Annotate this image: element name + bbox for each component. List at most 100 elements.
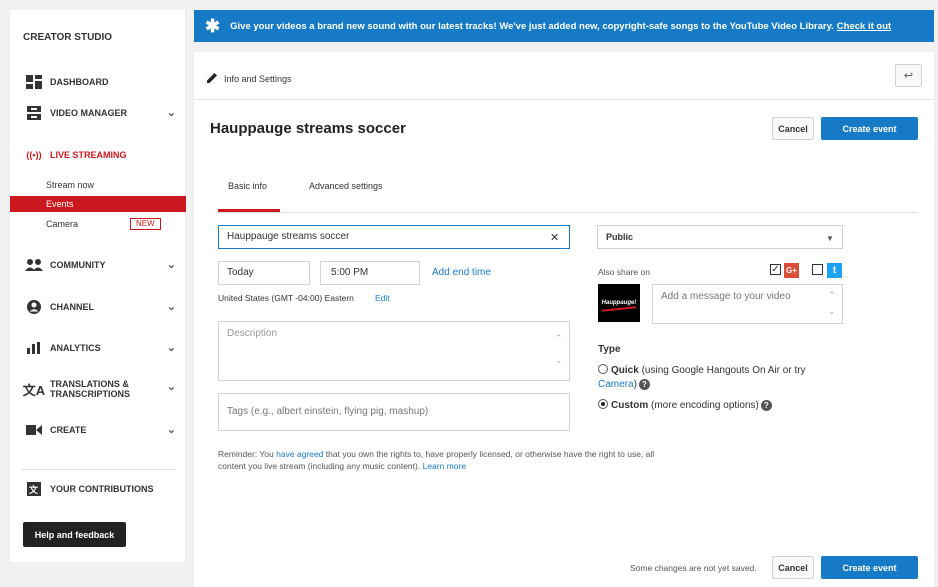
back-button[interactable]: ↩ bbox=[895, 64, 922, 87]
timezone-label: United States (GMT -04:00) Eastern bbox=[218, 293, 354, 303]
sidebar-item-label: YOUR CONTRIBUTIONS bbox=[50, 484, 154, 494]
translations-icon: 文A bbox=[22, 382, 46, 398]
live-streaming-icon: ((•)) bbox=[26, 150, 42, 160]
camera-link[interactable]: Camera bbox=[598, 379, 634, 390]
community-icon bbox=[22, 259, 46, 271]
create-icon bbox=[22, 424, 46, 436]
tabs-divider bbox=[218, 212, 918, 213]
footer-create-event-button[interactable]: Create event bbox=[821, 556, 918, 579]
have-agreed-link[interactable]: have agreed bbox=[276, 449, 323, 459]
video-manager-icon bbox=[22, 106, 46, 120]
timezone-edit-link[interactable]: Edit bbox=[375, 293, 390, 303]
sidebar-item-label: DASHBOARD bbox=[50, 77, 109, 87]
star-icon: ✱ bbox=[205, 15, 221, 36]
contributions-icon: 文 bbox=[22, 482, 46, 496]
unsaved-changes-text: Some changes are not yet saved. bbox=[630, 563, 757, 573]
quick-description: (using Google Hangouts On Air or try bbox=[641, 365, 806, 376]
sidebar-item-label: COMMUNITY bbox=[50, 260, 106, 270]
tab-basic-info[interactable]: Basic info bbox=[228, 181, 267, 191]
sidebar-item-video-manager[interactable]: VIDEO MANAGER ⌄ bbox=[10, 102, 186, 124]
privacy-select[interactable]: Public bbox=[597, 225, 843, 249]
banner-text: Give your videos a brand new sound with … bbox=[230, 20, 834, 32]
sidebar-item-dashboard[interactable]: DASHBOARD bbox=[10, 71, 186, 93]
type-custom-option[interactable]: Custom (more encoding options)? bbox=[598, 399, 772, 413]
tags-input[interactable]: Tags (e.g., albert einstein, flying pig,… bbox=[218, 393, 570, 431]
event-title: Hauppauge streams soccer bbox=[210, 120, 406, 137]
toolbar-label: Info and Settings bbox=[224, 73, 292, 84]
sidebar-item-channel[interactable]: CHANNEL ⌄ bbox=[10, 296, 186, 318]
pencil-icon bbox=[207, 72, 218, 85]
sidebar-item-label: CHANNEL bbox=[50, 302, 94, 312]
sidebar-item-create[interactable]: CREATE ⌄ bbox=[10, 419, 186, 441]
logo-text: Hauppauge! bbox=[601, 300, 637, 306]
analytics-icon bbox=[22, 342, 46, 354]
chevron-down-icon[interactable]: ⌄ bbox=[167, 423, 176, 436]
sidebar-item-label: TRANSLATIONS & TRANSCRIPTIONS bbox=[50, 379, 131, 399]
chevron-down-icon[interactable]: ⌄ bbox=[167, 106, 176, 119]
footer-cancel-button[interactable]: Cancel bbox=[772, 556, 814, 579]
sidebar-item-label: LIVE STREAMING bbox=[50, 150, 127, 160]
help-icon[interactable]: ? bbox=[760, 400, 772, 411]
sidebar-sub-label: Camera bbox=[46, 219, 79, 229]
toolbar: Info and Settings ↩ bbox=[194, 52, 934, 100]
sidebar-item-your-contributions[interactable]: 文 YOUR CONTRIBUTIONS bbox=[10, 478, 186, 500]
chevron-down-icon[interactable]: ⌄ bbox=[167, 300, 176, 313]
caret-down-icon: ▼ bbox=[826, 234, 834, 243]
custom-radio[interactable] bbox=[598, 399, 608, 409]
sidebar-item-analytics[interactable]: ANALYTICS ⌄ bbox=[10, 337, 186, 359]
new-badge: NEW bbox=[130, 218, 161, 230]
type-label: Type bbox=[598, 344, 621, 355]
scroll-up-icon[interactable]: ⌃ bbox=[555, 333, 563, 344]
title-input[interactable]: Hauppauge streams soccer bbox=[218, 225, 570, 249]
channel-icon bbox=[22, 300, 46, 314]
scroll-down-icon[interactable]: ⌄ bbox=[828, 306, 836, 317]
announcement-banner: ✱ Give your videos a brand new sound wit… bbox=[194, 10, 934, 42]
chevron-down-icon[interactable]: ⌄ bbox=[167, 341, 176, 354]
svg-text:文: 文 bbox=[28, 484, 39, 496]
type-quick-option[interactable]: Quick (using Google Hangouts On Air or t… bbox=[598, 364, 838, 392]
sidebar-sub-camera[interactable]: Camera NEW bbox=[10, 216, 186, 232]
time-input[interactable]: 5:00 PM bbox=[320, 261, 420, 285]
chevron-down-icon[interactable]: ⌄ bbox=[167, 258, 176, 271]
twitter-checkbox[interactable] bbox=[812, 264, 823, 275]
channel-logo: Hauppauge! bbox=[598, 284, 640, 322]
sidebar-item-translations[interactable]: 文A TRANSLATIONS & TRANSCRIPTIONS ⌄ bbox=[10, 376, 186, 402]
google-plus-icon: G+ bbox=[784, 263, 799, 278]
reminder-text: Reminder: You have agreed that you own t… bbox=[218, 448, 678, 472]
clear-icon[interactable]: ✕ bbox=[550, 231, 559, 244]
custom-label: Custom bbox=[611, 400, 649, 411]
gplus-checkbox[interactable]: ✓ bbox=[770, 264, 781, 275]
sidebar-item-community[interactable]: COMMUNITY ⌄ bbox=[10, 254, 186, 276]
back-arrow-icon: ↩ bbox=[903, 70, 914, 82]
share-label: Also share on bbox=[598, 267, 650, 277]
learn-more-link[interactable]: Learn more bbox=[423, 461, 466, 471]
share-message-input[interactable]: Add a message to your video bbox=[652, 284, 843, 324]
scroll-down-icon[interactable]: ⌄ bbox=[555, 355, 563, 366]
chevron-down-icon[interactable]: ⌄ bbox=[167, 380, 176, 393]
sidebar-item-label: VIDEO MANAGER bbox=[50, 108, 128, 118]
sidebar-item-label: ANALYTICS bbox=[50, 343, 101, 353]
add-end-time-link[interactable]: Add end time bbox=[432, 267, 491, 278]
banner-link[interactable]: Check it out bbox=[837, 21, 891, 32]
create-event-button[interactable]: Create event bbox=[821, 117, 918, 140]
twitter-icon: t bbox=[827, 263, 842, 278]
custom-description: (more encoding options) bbox=[651, 400, 759, 411]
date-input[interactable]: Today bbox=[218, 261, 310, 285]
main-panel: Info and Settings ↩ Hauppauge streams so… bbox=[194, 52, 934, 587]
quick-label: Quick bbox=[611, 365, 639, 376]
sidebar-sub-events[interactable]: Events bbox=[10, 196, 186, 212]
sidebar-divider bbox=[22, 469, 176, 470]
help-feedback-button[interactable]: Help and feedback bbox=[23, 522, 126, 547]
reminder-before: Reminder: You bbox=[218, 449, 274, 459]
info-settings-label: Info and Settings bbox=[207, 72, 292, 85]
cancel-button[interactable]: Cancel bbox=[772, 117, 814, 140]
sidebar: CREATOR STUDIO DASHBOARD VIDEO MANAGER ⌄… bbox=[10, 10, 186, 562]
sidebar-item-label: CREATE bbox=[50, 425, 87, 435]
sidebar-sub-stream-now[interactable]: Stream now bbox=[10, 177, 186, 193]
tab-advanced-settings[interactable]: Advanced settings bbox=[309, 181, 383, 191]
help-icon[interactable]: ? bbox=[638, 379, 650, 390]
description-input[interactable]: Description bbox=[218, 321, 570, 381]
quick-radio[interactable] bbox=[598, 364, 608, 374]
scroll-up-icon[interactable]: ⌃ bbox=[828, 290, 836, 301]
sidebar-item-live-streaming[interactable]: ((•)) LIVE STREAMING bbox=[10, 144, 186, 166]
